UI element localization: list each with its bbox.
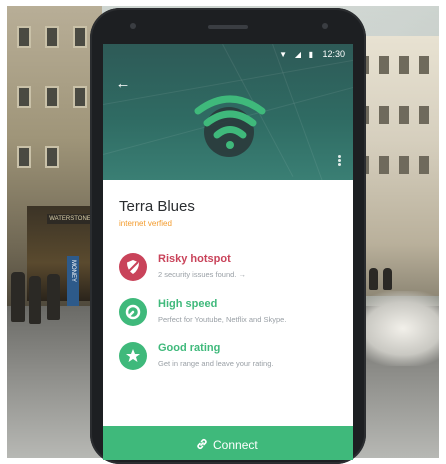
clock: 12:30 — [322, 49, 345, 59]
status-bar: ▼ ◢ ▮ 12:30 — [103, 48, 353, 62]
money-sign: MONEY — [67, 256, 79, 306]
speed-gauge-icon — [119, 298, 147, 326]
pedestrian — [383, 268, 392, 290]
pedestrian — [29, 276, 41, 324]
row-description[interactable]: 2 security issues found. → — [158, 270, 246, 279]
network-name: Terra Blues — [119, 198, 195, 215]
wifi-signal-icon: ▼ — [279, 50, 287, 59]
high-speed-row: High speed Perfect for Youtube, Netflix … — [119, 298, 341, 334]
row-title: High speed — [158, 298, 218, 310]
sensor — [322, 23, 328, 29]
row-description: Perfect for Youtube, Netflix and Skype. — [158, 315, 287, 324]
earpiece-speaker — [208, 25, 248, 29]
shield-slash-icon — [119, 253, 147, 281]
connect-label: Connect — [213, 438, 258, 452]
pedestrian — [47, 274, 60, 320]
back-arrow-icon[interactable]: ← — [113, 74, 133, 94]
cell-signal-icon: ◢ — [294, 50, 301, 59]
star-icon — [119, 342, 147, 370]
pedestrian — [369, 268, 378, 290]
row-title: Good rating — [158, 342, 221, 354]
wifi-icon — [194, 95, 266, 157]
link-icon — [197, 439, 207, 449]
app-screen: ▼ ◢ ▮ 12:30 ← Terra Blues internet verfi… — [103, 44, 353, 460]
network-status: internet verfied — [119, 219, 172, 228]
more-options-icon[interactable] — [335, 154, 343, 170]
good-rating-row: Good rating Get in range and leave your … — [119, 342, 341, 378]
battery-icon: ▮ — [308, 50, 313, 59]
row-title: Risky hotspot — [158, 253, 231, 265]
row-description: Get in range and leave your rating. — [158, 359, 274, 368]
phone-frame: ▼ ◢ ▮ 12:30 ← Terra Blues internet verfi… — [90, 8, 366, 464]
connect-button[interactable]: Connect — [103, 426, 353, 460]
map-header: ▼ ◢ ▮ 12:30 ← — [103, 44, 353, 186]
front-camera — [130, 23, 136, 29]
risky-hotspot-row[interactable]: Risky hotspot 2 security issues found. → — [119, 253, 341, 289]
pedestrian — [11, 272, 25, 322]
